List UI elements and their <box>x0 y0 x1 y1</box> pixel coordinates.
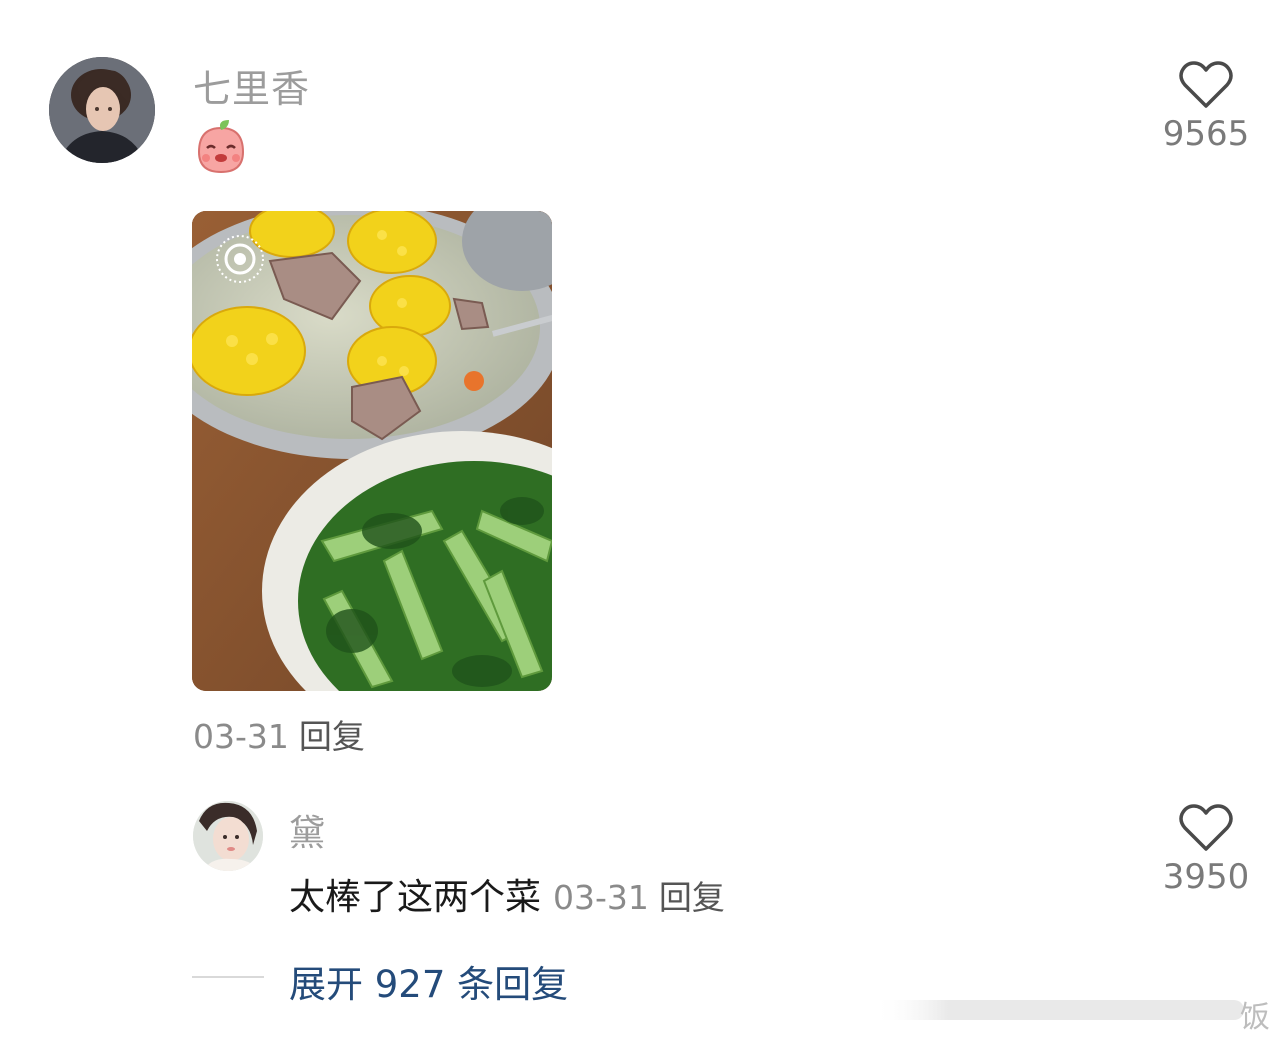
expand-replies-link[interactable]: 展开 927 条回复 <box>289 954 568 1008</box>
heart-icon <box>1179 61 1233 108</box>
reply-content: 太棒了这两个菜 03-31 回复 <box>289 868 725 920</box>
avatar[interactable] <box>193 801 263 871</box>
watermark-text: 饭 <box>1240 1000 1270 1035</box>
live-photo-icon[interactable] <box>214 233 266 285</box>
watermark: 饭 <box>874 992 1284 1035</box>
smiling-peach-sticker-icon <box>195 118 247 174</box>
comment-meta: 03-31 回复 <box>193 710 365 758</box>
divider <box>192 976 264 978</box>
comment-username[interactable]: 七里香 <box>193 58 310 113</box>
like-count: 3950 <box>1162 857 1250 897</box>
reply-button[interactable]: 回复 <box>299 717 365 756</box>
like-button[interactable]: 9565 <box>1151 60 1261 154</box>
comment-photo[interactable] <box>192 211 552 691</box>
reply-button[interactable]: 回复 <box>659 878 725 917</box>
reply-username[interactable]: 黛 <box>289 804 325 856</box>
like-count: 9565 <box>1162 114 1250 154</box>
reply-date: 03-31 <box>553 878 649 917</box>
avatar[interactable] <box>49 57 155 163</box>
watermark-bar <box>874 1000 1244 1020</box>
reply-text: 太棒了这两个菜 <box>289 877 542 918</box>
heart-icon <box>1179 804 1233 851</box>
like-button[interactable]: 3950 <box>1151 803 1261 897</box>
comment-date: 03-31 <box>193 717 289 756</box>
